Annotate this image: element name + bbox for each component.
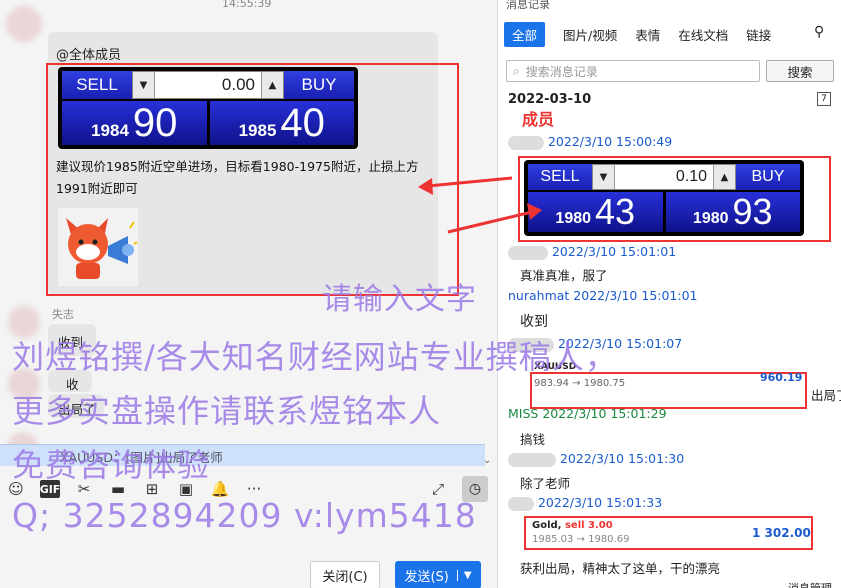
chevron-down-icon[interactable]: ▼: [456, 569, 472, 581]
mention-all: @全体成员: [56, 48, 122, 63]
history-message-header: 2022/3/10 15:01:30: [508, 451, 684, 467]
tab-all[interactable]: 全部: [504, 22, 546, 47]
search-placeholder: 搜索消息记录: [525, 64, 598, 79]
message-time: 2022/3/10 15:01:29: [542, 406, 667, 421]
buy-price: 1980 93: [665, 191, 800, 232]
chevron-up-icon[interactable]: ▲: [261, 72, 283, 98]
sell-price-small: 1984: [91, 121, 129, 140]
message-text: 收到: [520, 314, 548, 330]
history-panel: 消息记录 全部 图片/视频 表情 在线文档 链接 ⚲ ⌕ 搜索消息记录 搜索 2…: [497, 0, 841, 588]
watermark-line: 请输入文字: [322, 282, 477, 317]
fox-sticker: [58, 208, 138, 286]
buy-price-small: 1985: [238, 121, 277, 140]
blurred-name: [508, 452, 556, 467]
tab-stickers[interactable]: 表情: [635, 25, 660, 44]
tab-docs[interactable]: 在线文档: [678, 25, 728, 44]
qty-value[interactable]: 0.00: [155, 75, 261, 95]
message-time: 2022/3/10 15:01:01: [551, 244, 677, 259]
blurred-name: [508, 245, 548, 260]
sell-price-small: 1980: [555, 210, 592, 227]
sell-button[interactable]: SELL: [62, 71, 132, 99]
message-text: 出局了: [811, 388, 841, 403]
message-text: 真准真准，服了: [520, 268, 608, 283]
watermark-line: 刘煜铭撰/各大知名财经网站专业撰稿人，: [12, 338, 618, 376]
sell-price: 1980 43: [528, 192, 663, 232]
sell-price-big: 43: [595, 191, 636, 232]
advice-line-1: 建议现价1985附近空单进场，目标看1980-1975附近，止损上方: [56, 159, 419, 174]
trade-symbol: Gold, sell 3.00: [532, 520, 613, 531]
send-button-label: 发送(S): [404, 569, 449, 585]
search-input[interactable]: ⌕ 搜索消息记录: [506, 60, 760, 82]
blurred-name: [508, 496, 534, 511]
trade-widget: SELL ▼ 0.10 ▲ BUY 1980 43 1980 93: [524, 160, 804, 236]
tab-media[interactable]: 图片/视频: [563, 25, 617, 44]
chevron-up-icon[interactable]: ▲: [713, 165, 735, 189]
tab-links[interactable]: 链接: [746, 25, 771, 44]
history-message-header: 2022/3/10 15:01:01: [508, 244, 676, 260]
blurred-name: [508, 135, 544, 150]
qty-stepper[interactable]: ▼ 0.00 ▲: [132, 71, 284, 99]
history-title: 消息记录: [506, 0, 550, 11]
sender-name: 失志: [52, 308, 74, 321]
buy-price: 1985 40: [209, 101, 354, 145]
date-header: 2022-03-10: [508, 92, 592, 107]
sell-button[interactable]: SELL: [528, 164, 592, 190]
sender-name: MISS: [508, 406, 539, 421]
sender-name: nurahmat: [508, 288, 570, 303]
history-message-header: nurahmat 2022/3/10 15:01:01: [508, 288, 698, 303]
chevron-down-icon[interactable]: ⌄: [483, 455, 491, 466]
message-time: 2022/3/10 15:01:30: [559, 451, 685, 466]
qty-stepper[interactable]: ▼ 0.10 ▲: [592, 164, 736, 190]
buy-price-big: 93: [732, 191, 773, 232]
history-message-header: MISS 2022/3/10 15:01:29: [508, 406, 667, 421]
price-row: 1984 90 1985 40: [62, 101, 354, 145]
history-message-header: 2022/3/10 15:00:49: [508, 134, 672, 150]
qty-value[interactable]: 0.10: [615, 168, 713, 186]
message-text: 获利出局，精神太了这单，干的漂亮: [520, 561, 721, 576]
message-text: 除了老师: [520, 476, 571, 491]
search-button[interactable]: 搜索: [766, 60, 834, 82]
chevron-down-icon[interactable]: ▼: [133, 72, 155, 98]
trade-widget-top: SELL ▼ 0.10 ▲ BUY: [528, 164, 800, 190]
message-timestamp: 14:55:39: [222, 0, 272, 10]
message-time: 2022/3/10 15:01:33: [537, 495, 663, 510]
send-button[interactable]: 发送(S) ▼: [395, 561, 481, 588]
sell-price-big: 90: [132, 101, 178, 145]
trade-action: sell 3.00: [564, 520, 613, 531]
price-row: 1980 43 1980 93: [528, 192, 800, 232]
trade-widget: SELL ▼ 0.00 ▲ BUY 1984 90 1985 40: [58, 67, 358, 149]
trade-prices: 983.94 → 1980.75: [534, 378, 626, 389]
trade-widget-top: SELL ▼ 0.00 ▲ BUY: [62, 71, 354, 99]
trade-prices: 1985.03 → 1980.69: [532, 534, 630, 545]
chevron-down-icon[interactable]: ▼: [593, 165, 615, 189]
history-title-fragment: 成员: [522, 110, 555, 129]
trade-symbol-name: Gold,: [532, 520, 562, 531]
message-text: 搞钱: [520, 432, 546, 447]
watermark-line: 更多实盘操作请联系煜铭本人: [12, 392, 442, 430]
history-tabs: 全部 图片/视频 表情 在线文档 链接: [504, 22, 771, 47]
advice-line-2: 1991附近即可: [56, 181, 138, 196]
filter-icon[interactable]: ⚲: [814, 24, 824, 40]
avatar[interactable]: [6, 6, 42, 42]
sell-price: 1984 90: [62, 101, 207, 145]
fox-sticker-image: [66, 218, 138, 279]
calendar-icon[interactable]: 7: [817, 92, 831, 106]
trade-profit: 960.19: [760, 371, 803, 384]
message-manager-link[interactable]: 消息管理: [788, 580, 832, 588]
trade-profit: 1 302.00: [752, 526, 811, 540]
message-time: 2022/3/10 15:01:01: [573, 288, 698, 303]
watermark-line: 免费咨询体验: [12, 446, 211, 484]
buy-button[interactable]: BUY: [284, 71, 354, 99]
watermark-line: Q; 3252894209 v:lym5418: [12, 496, 477, 535]
buy-price-big: 40: [280, 101, 325, 145]
search-icon: ⌕: [513, 63, 520, 78]
message-time: 2022/3/10 15:00:49: [547, 134, 673, 149]
buy-price-small: 1980: [692, 210, 729, 227]
history-message-header: 2022/3/10 15:01:33: [508, 495, 662, 511]
close-button[interactable]: 关闭(C): [310, 561, 380, 588]
buy-button[interactable]: BUY: [736, 164, 800, 190]
